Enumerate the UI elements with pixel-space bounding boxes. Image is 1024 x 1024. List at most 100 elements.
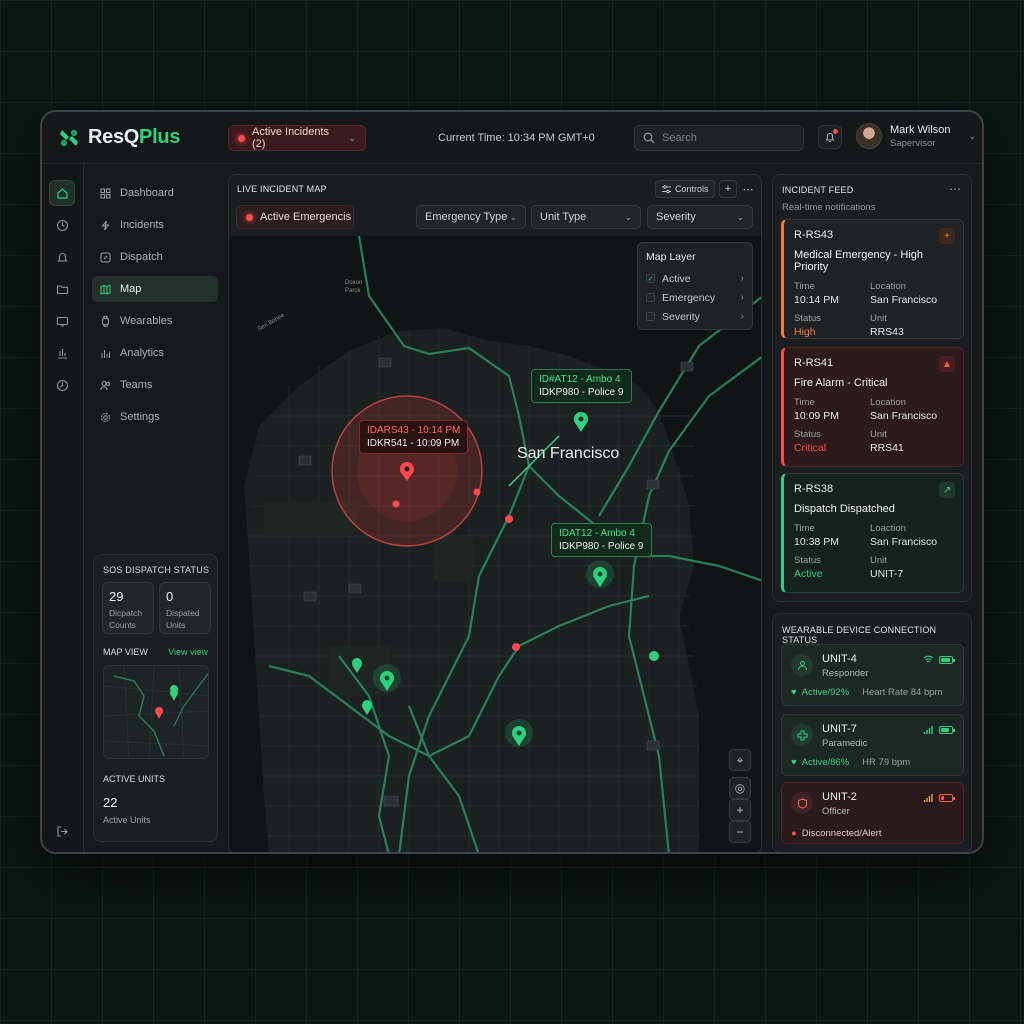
incident-tooltip-red[interactable]: IDARS43 - 10:14 PM IDKR541 - 10:09 PM xyxy=(359,420,469,454)
add-icon[interactable]: + xyxy=(719,180,737,198)
chevron-down-icon: ⌄ xyxy=(968,130,977,141)
sidebar-item-map[interactable]: Map xyxy=(92,276,218,302)
search-icon xyxy=(643,132,655,144)
shield-icon xyxy=(791,792,813,814)
incident-card[interactable]: ▲ R-RS41 Fire Alarm - Critical Time 10:09… xyxy=(781,347,964,467)
layer-severity-toggle[interactable]: Severity › xyxy=(646,307,744,326)
search-input[interactable] xyxy=(662,132,782,144)
incident-location: San Francisco xyxy=(870,294,938,306)
dispatched-units-label-2: Units xyxy=(166,620,186,630)
feed-title: INCIDENT FEED xyxy=(782,185,854,195)
compass-icon[interactable]: ◎ xyxy=(729,777,751,799)
locate-icon[interactable]: ⌖ xyxy=(729,749,751,771)
incident-time: 10:38 PM xyxy=(794,536,839,548)
search-box[interactable] xyxy=(634,125,804,151)
tooltip-line: IDKR541 - 10:09 PM xyxy=(367,438,460,449)
dispatched-units-label: Dispated xyxy=(166,608,200,618)
home-icon[interactable] xyxy=(49,180,75,206)
user-name: Mark Wilson xyxy=(890,123,951,136)
sidebar-item-dashboard[interactable]: Dashboard xyxy=(92,180,218,206)
active-emergencies-label: Active Emergencis xyxy=(260,211,352,223)
emergency-type-dropdown[interactable]: Emergency Type ⌄ xyxy=(416,205,526,229)
history-icon[interactable] xyxy=(49,372,75,398)
layer-active-toggle[interactable]: ✓ Active › xyxy=(646,269,744,288)
field-key: Time xyxy=(794,281,815,292)
bell-icon[interactable] xyxy=(49,244,75,270)
more-icon[interactable]: ⋯ xyxy=(949,182,961,196)
incident-unit: RRS41 xyxy=(870,442,904,454)
incident-time: 10:14 PM xyxy=(794,294,839,306)
grid-icon xyxy=(100,188,111,198)
chevron-right-icon: › xyxy=(740,292,744,303)
severity-dropdown[interactable]: Severity ⌄ xyxy=(647,205,753,229)
user-icon xyxy=(791,654,813,676)
map-title: LIVE INCIDENT MAP xyxy=(237,184,327,194)
heart-icon: ♥ xyxy=(791,687,797,698)
unit-tooltip-green[interactable]: IDAT12 - Ambo 4 IDKP980 - Police 9 xyxy=(551,523,652,557)
monitor-icon[interactable] xyxy=(49,308,75,334)
incident-card[interactable]: + R-RS43 Medical Emergency - High Priori… xyxy=(781,219,964,339)
wearable-card[interactable]: UNIT-4 Responder ♥ Active/92% Heart Rate 8… xyxy=(781,644,964,706)
wearable-card[interactable]: UNIT-7 Paramedic ♥ Active/86% HR 79 bpm xyxy=(781,714,964,776)
folder-icon[interactable] xyxy=(49,276,75,302)
svg-text:Parck: Parck xyxy=(345,288,361,294)
device-vitals: HR 79 bpm xyxy=(862,757,911,768)
unit-tooltip-green[interactable]: ID#AT12 - Ambo 4 IDKP980 - Police 9 xyxy=(531,369,632,403)
checkbox-icon[interactable] xyxy=(646,312,655,321)
sliders-icon xyxy=(662,184,671,193)
field-key: Location xyxy=(870,281,906,292)
layer-label: Severity xyxy=(662,310,700,323)
clock-icon[interactable] xyxy=(49,212,75,238)
layer-label: Emergency xyxy=(662,291,716,304)
sidebar-item-analytics[interactable]: Analytics xyxy=(92,340,218,366)
device-vitals: Heart Rate 84 bpm xyxy=(862,687,943,698)
heart-icon: ♥ xyxy=(791,757,797,768)
mini-map[interactable] xyxy=(103,665,209,759)
chevron-right-icon: › xyxy=(740,311,744,322)
sidebar-item-settings[interactable]: Settings xyxy=(92,404,218,430)
active-emergencies-filter[interactable]: Active Emergencis xyxy=(236,205,354,229)
logo[interactable]: ResQPlus xyxy=(58,126,180,149)
sidebar-item-dispatch[interactable]: Dispatch xyxy=(92,244,218,270)
device-status: Active/92% xyxy=(801,687,850,698)
dispatched-units-count: 0 xyxy=(166,589,174,604)
unit-type-label: Unit Type xyxy=(540,211,587,223)
notifications-button[interactable] xyxy=(818,125,842,149)
logout-icon[interactable] xyxy=(49,818,75,844)
zoom-out-button[interactable]: − xyxy=(729,821,751,843)
more-icon[interactable]: ⋯ xyxy=(739,180,757,198)
sidebar-item-wearables[interactable]: Wearables xyxy=(92,308,218,334)
controls-button[interactable]: Controls xyxy=(655,180,715,198)
checkbox-checked-icon[interactable]: ✓ xyxy=(646,274,655,283)
top-bar: ResQPlus Active Incidents (2) ⌄ Current … xyxy=(42,112,982,164)
map-layer-panel: Map Layer ✓ Active › Emergency › Severit… xyxy=(637,242,753,330)
live-incident-map-panel: LIVE INCIDENT MAP Controls + ⋯ Active Em… xyxy=(228,174,762,852)
unit-type-dropdown[interactable]: Unit Type ⌄ xyxy=(531,205,641,229)
active-units-label: Active Units xyxy=(103,815,151,825)
map-canvas[interactable]: Doxon Parck Sen Bonee Map Layer ✓ Active … xyxy=(229,236,761,852)
alert-dot-icon xyxy=(246,213,253,221)
chart-icon[interactable] xyxy=(49,340,75,366)
active-units-count: 22 xyxy=(103,795,118,810)
field-key: Time xyxy=(794,397,815,408)
watch-icon xyxy=(102,315,109,327)
device-role: Paramedic xyxy=(822,738,868,749)
incident-title: Dispatch Dispatched xyxy=(794,503,895,515)
layer-emergency-toggle[interactable]: Emergency › xyxy=(646,288,744,307)
incident-card[interactable]: ↗ R-RS38 Dispatch Dispatched Time 10:38 P… xyxy=(781,473,964,593)
active-units-title: ACTIVE UNITS xyxy=(103,774,166,784)
checkbox-icon[interactable] xyxy=(646,293,655,302)
view-map-link[interactable]: View view xyxy=(168,647,208,657)
active-incidents-button[interactable]: Active Incidents (2) ⌄ xyxy=(228,125,366,151)
tooltip-line: IDKP980 - Police 9 xyxy=(539,387,624,398)
zoom-in-button[interactable]: + xyxy=(729,799,751,821)
user-menu[interactable]: Mark Wilson Sapervisor ⌄ xyxy=(856,123,976,149)
wearable-card-alert[interactable]: UNIT-2 Officer ● Disconnected/Alert xyxy=(781,782,964,844)
current-time: Current Time: 10:34 PM GMT+0 xyxy=(438,132,595,144)
sidebar-nav: Dashboard Incidents Dispatch Map Wearabl… xyxy=(84,164,226,852)
field-key: Status xyxy=(794,313,821,324)
sidebar-item-teams[interactable]: Teams xyxy=(92,372,218,398)
active-incidents-label: Active Incidents (2) xyxy=(252,126,330,150)
tooltip-line: ID#AT12 - Ambo 4 xyxy=(539,374,621,385)
sidebar-item-incidents[interactable]: Incidents xyxy=(92,212,218,238)
